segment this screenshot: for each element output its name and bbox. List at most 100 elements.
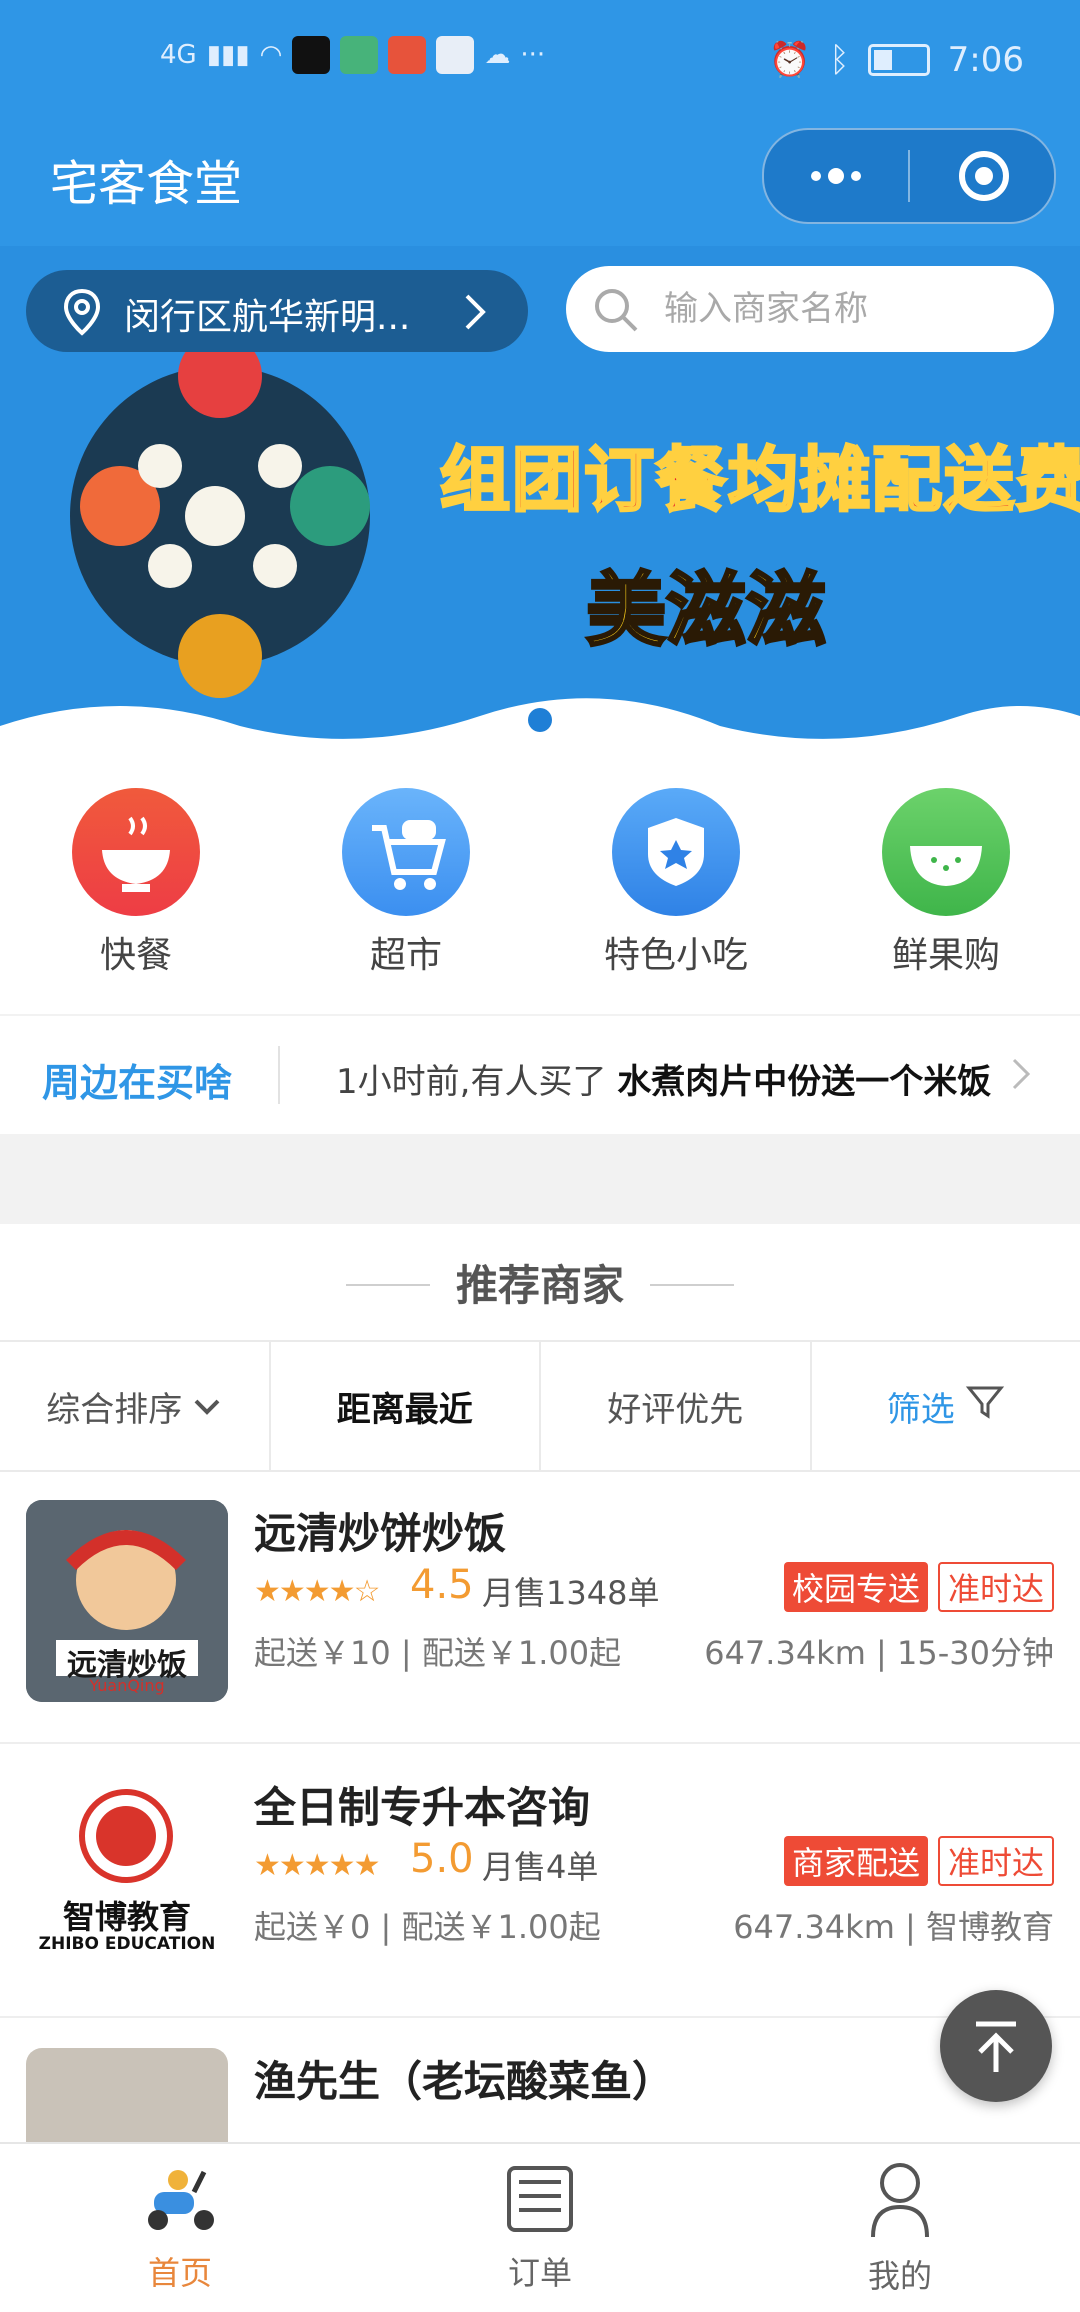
delivery-tag: 商家配送: [784, 1836, 928, 1886]
rating-stars: ★★★★★: [254, 1848, 378, 1883]
back-to-top-button[interactable]: [940, 1990, 1052, 2102]
banner-subheadline: 美滋滋: [586, 546, 826, 662]
category-grid: 快餐 超市 特色小吃 鲜果购: [0, 758, 1080, 1014]
on-time-tag: 准时达: [938, 1836, 1054, 1886]
order-list-icon: [503, 2162, 577, 2240]
banner-headline: 组团订餐均摊配送费: [440, 424, 1080, 525]
tab-profile[interactable]: 我的: [720, 2144, 1080, 2312]
app-title: 宅客食堂: [50, 144, 242, 214]
delivery-tag: 校园专送: [784, 1562, 928, 1612]
chevron-right-icon: [462, 292, 488, 336]
sort-filter-bar: 综合排序 距离最近 好评优先 筛选: [0, 1340, 1080, 1472]
category-fast-food[interactable]: 快餐: [36, 788, 236, 988]
monthly-sales: 月售1348单: [482, 1568, 659, 1614]
shop-card[interactable]: 智博教育 ZHIBO EDUCATION 全日制专升本咨询 ★★★★★ 5.0 …: [0, 1744, 1080, 2018]
watermelon-icon: [882, 788, 1010, 916]
rating-score: 4.5: [410, 1562, 474, 1608]
funnel-icon: [965, 1382, 1005, 1431]
ticker-message: 1小时前,有人买了 水煮肉片中份送一个米饭: [336, 1054, 1016, 1103]
chevron-down-icon: [192, 1386, 222, 1426]
filter-nearest[interactable]: 距离最近: [271, 1342, 542, 1470]
title-line-right: [650, 1284, 734, 1286]
distance-time: 647.34km | 智博教育: [733, 1902, 1054, 1948]
filter-label: 综合排序: [46, 1382, 182, 1431]
tab-home[interactable]: 首页: [0, 2144, 360, 2312]
filter-comprehensive-sort[interactable]: 综合排序: [0, 1342, 271, 1470]
category-label: 鲜果购: [846, 926, 1046, 978]
category-label: 快餐: [36, 926, 236, 978]
search-icon: [592, 286, 640, 338]
filter-screen-button[interactable]: 筛选: [812, 1342, 1080, 1470]
ticker-prefix: 1小时前,有人买了: [336, 1062, 617, 1102]
video-app-icon: [340, 36, 378, 74]
network-label: 4G: [160, 40, 197, 70]
location-selector[interactable]: 闵行区航华新明...: [26, 270, 528, 352]
location-text: 闵行区航华新明...: [124, 288, 410, 340]
on-time-tag: 准时达: [938, 1562, 1054, 1612]
cart-icon: [342, 788, 470, 916]
category-supermarket[interactable]: 超市: [306, 788, 506, 988]
filter-top-rated[interactable]: 好评优先: [541, 1342, 812, 1470]
filter-label: 好评优先: [607, 1382, 743, 1431]
logo-subtext: YuanQing: [26, 1676, 228, 1695]
shop-card[interactable]: 远清炒饭 YuanQing 远清炒饼炒饭 ★★★★☆ 4.5 月售1348单 校…: [0, 1470, 1080, 1744]
monthly-sales: 月售4单: [482, 1842, 598, 1888]
recent-purchases-ticker[interactable]: 周边在买啥 1小时前,有人买了 水煮肉片中份送一个米饭: [0, 1016, 1080, 1134]
tab-label: 首页: [148, 2248, 212, 2294]
shield-star-icon: [612, 788, 740, 916]
logo-subtext: ZHIBO EDUCATION: [26, 1934, 228, 1954]
banner-pager-dot: [528, 708, 552, 732]
clock-time: 7:06: [948, 40, 1024, 80]
chevron-right-icon: [1010, 1056, 1032, 1096]
target-icon[interactable]: [956, 148, 1012, 204]
app-header: 4G ▮▮▮ ◠ ☁ ··· ⏰ ᛒ 7:06 宅客食堂: [0, 0, 1080, 246]
tiktok-icon: [292, 36, 330, 74]
category-label: 超市: [306, 926, 506, 978]
tab-orders[interactable]: 订单: [360, 2144, 720, 2312]
ticker-divider: [278, 1046, 280, 1104]
category-fruit[interactable]: 鲜果购: [846, 788, 1046, 988]
shop-tags: 校园专送 准时达: [784, 1562, 1054, 1612]
more-dots-icon[interactable]: [804, 154, 868, 198]
browser-app-icon: [436, 36, 474, 74]
filter-label: 筛选: [887, 1382, 955, 1431]
status-bar: 4G ▮▮▮ ◠ ☁ ··· ⏰ ᛒ 7:06: [0, 0, 1080, 120]
search-input[interactable]: [662, 284, 1026, 334]
tab-label: 我的: [868, 2251, 932, 2297]
delivery-fee: 起送￥0 | 配送￥1.00起: [254, 1902, 601, 1948]
play-app-icon: [388, 36, 426, 74]
alarm-icon: ⏰: [769, 40, 811, 80]
scooter-icon: [138, 2162, 222, 2240]
cloud-icon: ☁: [484, 40, 510, 70]
logo-text: 智博教育: [26, 1892, 228, 1938]
wifi-icon: ◠: [260, 40, 283, 70]
category-snacks[interactable]: 特色小吃: [576, 788, 776, 988]
mini-program-capsule: [762, 128, 1056, 224]
distance-time: 647.34km | 15-30分钟: [704, 1628, 1054, 1674]
more-status-icon: ···: [520, 40, 545, 70]
rating-stars: ★★★★☆: [254, 1574, 378, 1609]
user-icon: [863, 2159, 937, 2243]
shop-name: 远清炒饼炒饭: [254, 1500, 506, 1561]
location-pin-icon: [62, 288, 102, 340]
section-title: 推荐商家: [0, 1252, 1080, 1313]
shop-name: 全日制专升本咨询: [254, 1774, 590, 1835]
bowl-icon: [72, 788, 200, 916]
shop-logo: 智博教育 ZHIBO EDUCATION: [26, 1774, 228, 1976]
merchant-search-box[interactable]: [566, 266, 1054, 352]
delivery-fee: 起送￥10 | 配送￥1.00起: [254, 1628, 621, 1674]
tab-label: 订单: [508, 2248, 572, 2294]
status-left-icons: 4G ▮▮▮ ◠ ☁ ···: [160, 36, 545, 74]
filter-label: 距离最近: [337, 1382, 473, 1431]
bottom-tab-bar: 首页 订单 我的: [0, 2142, 1080, 2312]
rating-score: 5.0: [410, 1836, 474, 1882]
signal-icon: ▮▮▮: [207, 40, 250, 70]
ticker-item: 水煮肉片中份送一个米饭: [617, 1062, 991, 1102]
shop-tags: 商家配送 准时达: [784, 1836, 1054, 1886]
category-label: 特色小吃: [576, 926, 776, 978]
bluetooth-icon: ᛒ: [829, 40, 849, 80]
shop-name: 渔先生（老坛酸菜鱼）: [254, 2048, 674, 2109]
battery-icon: [868, 44, 930, 76]
shop-logo: 远清炒饭 YuanQing: [26, 1500, 228, 1702]
capsule-divider: [908, 150, 910, 202]
